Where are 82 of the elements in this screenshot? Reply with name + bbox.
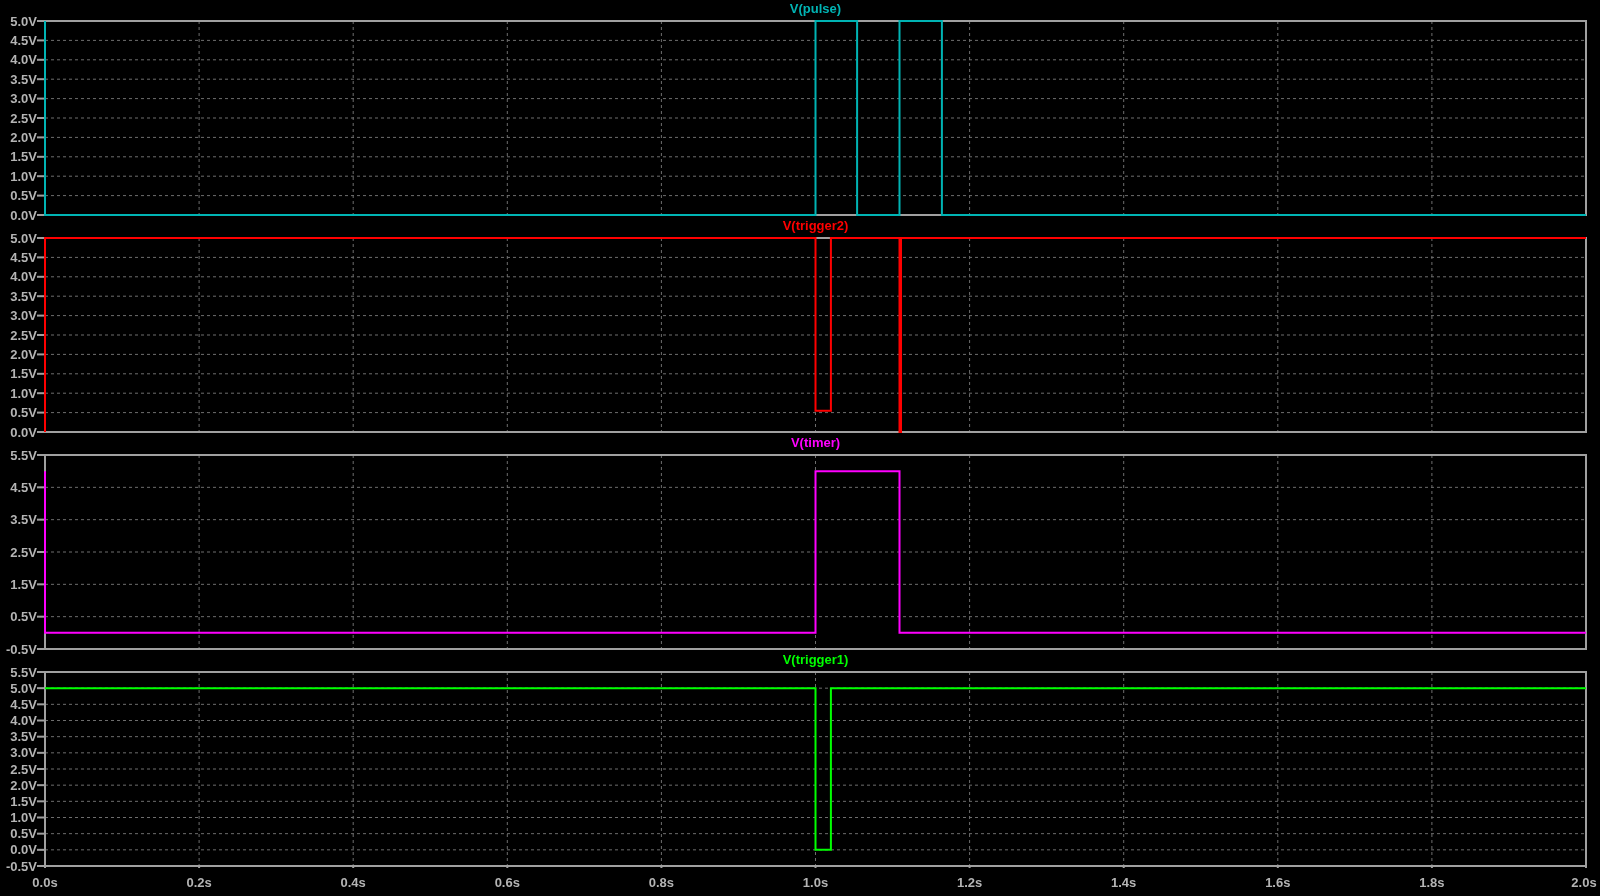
- axis-label: 3.5V: [10, 71, 37, 87]
- axis-label: 0.0V: [10, 424, 37, 440]
- chart-title: V(trigger2): [782, 217, 849, 234]
- axis-label: 1.4s: [1111, 874, 1137, 891]
- axis-label: 4.0V: [10, 713, 37, 728]
- tick-mark: [36, 314, 46, 317]
- axis-label: 0.5V: [10, 826, 37, 842]
- axis-label: 1.5V: [10, 576, 37, 592]
- axis-label: 0.5V: [10, 609, 37, 625]
- axis-label: 5.5V: [10, 664, 37, 680]
- axis-label: 4.5V: [10, 479, 37, 495]
- tick-mark: [36, 583, 46, 586]
- axis-label: 4.5V: [10, 249, 37, 265]
- tick-mark: [36, 615, 46, 618]
- tick-mark: [36, 518, 46, 521]
- axis-label: 3.0V: [10, 745, 37, 761]
- axis-label: 1.0V: [10, 385, 37, 401]
- axis-label: 4.0V: [10, 269, 37, 285]
- tick-mark: [36, 97, 46, 100]
- axis-label: 1.8s: [1419, 874, 1445, 891]
- tick-mark: [36, 58, 46, 61]
- axis-label: -0.5V: [5, 858, 37, 874]
- tick-mark: [36, 175, 46, 178]
- axis-label: -0.5V: [5, 641, 37, 657]
- chart-title: V(timer): [790, 434, 841, 451]
- axis-label: 0.5V: [10, 188, 37, 204]
- axis-label: 2.0s: [1571, 874, 1597, 891]
- tick-mark: [36, 275, 46, 278]
- axis-label: 3.0V: [10, 308, 37, 324]
- axis-label: 3.5V: [10, 288, 37, 304]
- axis-label: 2.5V: [10, 544, 37, 560]
- axis-label: 0.0V: [10, 207, 37, 223]
- axis-label: 0.8s: [648, 874, 675, 891]
- tick-mark: [36, 39, 46, 42]
- tick-mark: [36, 237, 46, 239]
- tick-mark: [36, 334, 46, 336]
- axis-label: 5.0V: [10, 230, 37, 246]
- axis-label: 1.6s: [1265, 874, 1291, 891]
- axis-label: 2.0V: [10, 777, 37, 793]
- tick-mark: [36, 78, 46, 81]
- tick-mark: [36, 411, 46, 414]
- tick-mark: [36, 214, 46, 216]
- axis-label: 3.5V: [10, 729, 37, 745]
- axis-label: 2.5V: [10, 761, 37, 777]
- axis-label: 1.5V: [10, 793, 37, 809]
- axis-label: 1.0V: [10, 810, 37, 825]
- axis-label: 0.0s: [32, 874, 58, 891]
- tick-mark: [36, 486, 46, 489]
- axis-label: 1.5V: [10, 149, 37, 165]
- axis-label: 1.0V: [10, 168, 37, 184]
- tick-mark: [36, 155, 46, 158]
- axis-label: 0.2s: [186, 874, 212, 891]
- axis-label: 4.5V: [10, 696, 37, 712]
- axis-label: 1.5V: [10, 366, 37, 382]
- tick-mark: [36, 194, 46, 197]
- tick-mark: [36, 295, 46, 298]
- axis-label: 0.4s: [340, 874, 366, 891]
- axis-label: 3.5V: [10, 512, 37, 528]
- tick-mark: [36, 353, 46, 356]
- axis-label: 4.5V: [10, 32, 37, 48]
- chart-title: V(pulse): [789, 0, 842, 17]
- axis-label: 5.0V: [10, 13, 37, 29]
- tick-mark: [36, 551, 46, 553]
- axis-label: 4.0V: [10, 52, 37, 68]
- axis-label: 0.5V: [10, 405, 37, 421]
- axis-label: 5.0V: [10, 680, 37, 696]
- axis-label: 1.0s: [802, 874, 829, 891]
- tick-mark: [36, 136, 46, 139]
- axis-label: 0.6s: [494, 874, 520, 891]
- axis-label: 2.0V: [10, 129, 37, 145]
- tick-mark: [36, 392, 46, 395]
- tick-mark: [36, 256, 46, 259]
- axis-label: 3.0V: [10, 91, 37, 107]
- axis-label: 1.2s: [956, 874, 983, 891]
- tick-mark: [36, 117, 46, 119]
- axis-label: 5.5V: [10, 447, 37, 463]
- tick-mark: [36, 372, 46, 375]
- axis-label: 0.0V: [10, 842, 37, 858]
- axis-label: 2.5V: [10, 110, 37, 126]
- axis-label: 2.0V: [10, 346, 37, 362]
- chart-title: V(trigger1): [782, 651, 849, 668]
- axis-label: 2.5V: [10, 327, 37, 343]
